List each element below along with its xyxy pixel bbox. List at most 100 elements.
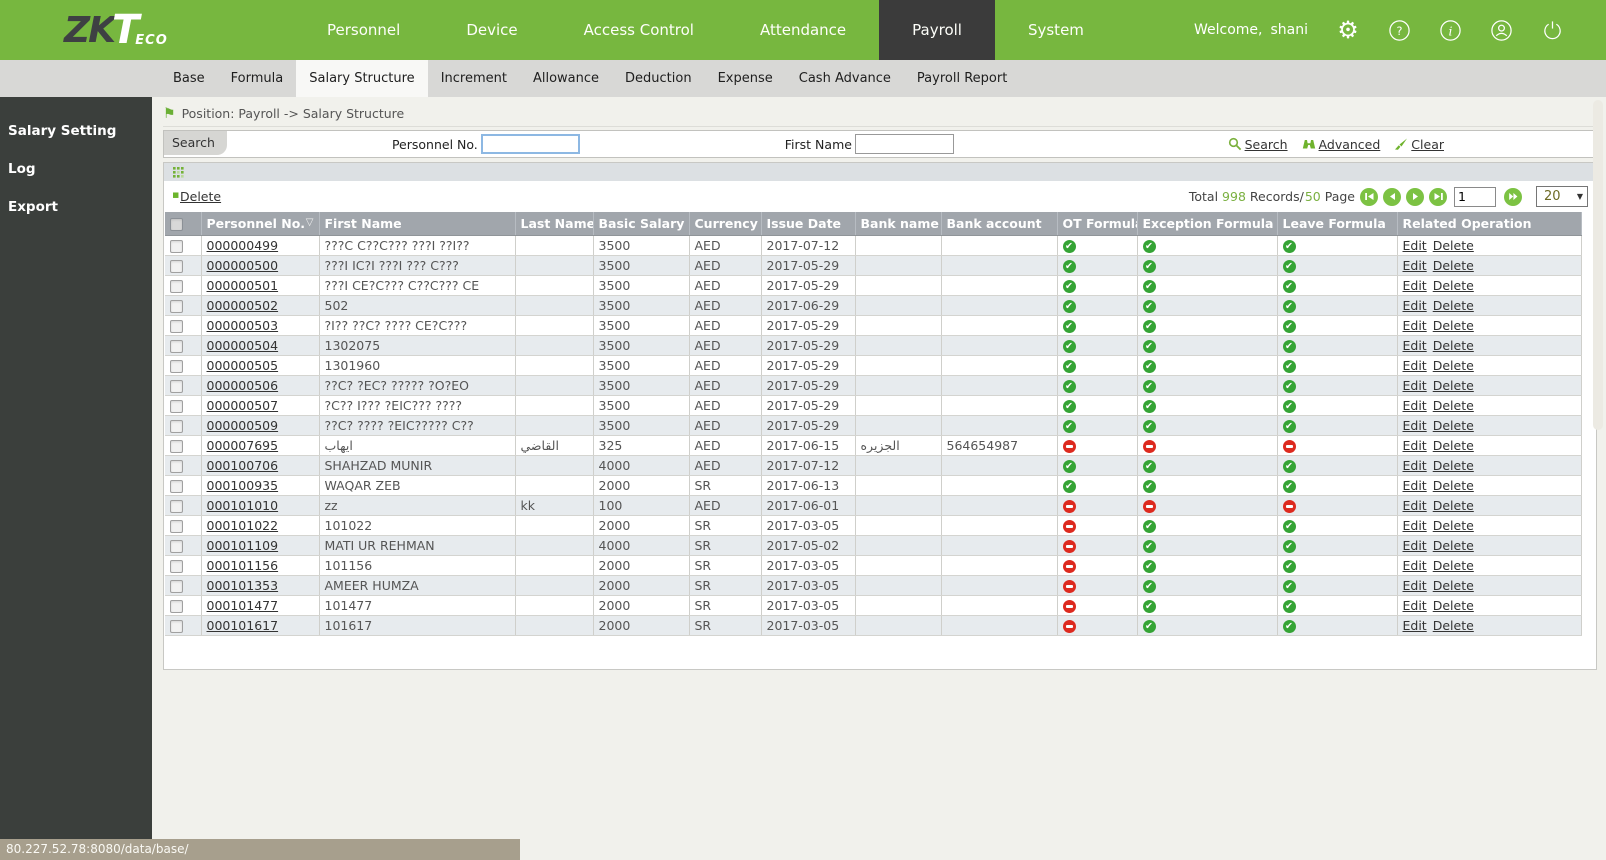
row-checkbox[interactable] [170, 459, 183, 473]
tab-formula[interactable]: Formula [218, 60, 297, 97]
row-delete-link[interactable]: Delete [1433, 398, 1474, 413]
row-checkbox[interactable] [170, 259, 183, 273]
row-delete-link[interactable]: Delete [1433, 578, 1474, 593]
row-delete-link[interactable]: Delete [1433, 438, 1474, 453]
row-checkbox[interactable] [170, 419, 183, 433]
row-checkbox[interactable] [170, 579, 183, 593]
row-delete-link[interactable]: Delete [1433, 498, 1474, 513]
column-header-exception-formula[interactable]: Exception Formula [1137, 212, 1278, 236]
row-edit-link[interactable]: Edit [1403, 558, 1427, 573]
personnel-no-link[interactable]: 000100706 [207, 458, 279, 473]
page-size-select[interactable]: 20 ▼ [1536, 186, 1588, 207]
personnel-no-link[interactable]: 000007695 [207, 438, 279, 453]
power-icon[interactable] [1540, 18, 1564, 42]
row-edit-link[interactable]: Edit [1403, 458, 1427, 473]
row-delete-link[interactable]: Delete [1433, 538, 1474, 553]
row-checkbox[interactable] [170, 599, 183, 613]
personnel-no-link[interactable]: 000000509 [207, 418, 279, 433]
row-checkbox[interactable] [170, 539, 183, 553]
clear-button[interactable]: Clear [1394, 137, 1444, 152]
row-delete-link[interactable]: Delete [1433, 458, 1474, 473]
row-delete-link[interactable]: Delete [1433, 478, 1474, 493]
row-checkbox[interactable] [170, 619, 183, 633]
top-nav-device[interactable]: Device [433, 0, 550, 60]
tab-base[interactable]: Base [160, 60, 218, 97]
row-edit-link[interactable]: Edit [1403, 598, 1427, 613]
column-header-first-name[interactable]: First Name [319, 212, 516, 236]
advanced-button[interactable]: Advanced [1302, 137, 1380, 152]
help-icon[interactable]: ? [1387, 18, 1411, 42]
personnel-no-link[interactable]: 000000500 [207, 258, 279, 273]
row-delete-link[interactable]: Delete [1433, 378, 1474, 393]
sort-icon[interactable]: ▽ [306, 217, 314, 228]
row-delete-link[interactable]: Delete [1433, 338, 1474, 353]
column-header-bank-name[interactable]: Bank name [855, 212, 942, 236]
personnel-no-link[interactable]: 000101353 [207, 578, 279, 593]
row-edit-link[interactable]: Edit [1403, 398, 1427, 413]
next-page-button[interactable] [1406, 187, 1424, 206]
personnel-no-link[interactable]: 000000507 [207, 398, 279, 413]
info-icon[interactable]: i [1438, 18, 1462, 42]
row-checkbox[interactable] [170, 479, 183, 493]
column-header-related-operation[interactable]: Related Operation [1397, 212, 1582, 236]
row-delete-link[interactable]: Delete [1433, 298, 1474, 313]
row-checkbox[interactable] [170, 339, 183, 353]
personnel-no-link[interactable]: 000000501 [207, 278, 279, 293]
top-nav-access-control[interactable]: Access Control [551, 0, 727, 60]
column-header-currency[interactable]: Currency [689, 212, 762, 236]
personnel-no-link[interactable]: 000000502 [207, 298, 279, 313]
row-delete-link[interactable]: Delete [1433, 238, 1474, 253]
row-edit-link[interactable]: Edit [1403, 278, 1427, 293]
column-header-bank-account[interactable]: Bank account [941, 212, 1058, 236]
top-nav-payroll[interactable]: Payroll [879, 0, 995, 60]
settings-icon[interactable]: ⚙ [1336, 18, 1360, 42]
row-edit-link[interactable]: Edit [1403, 378, 1427, 393]
row-edit-link[interactable]: Edit [1403, 338, 1427, 353]
row-checkbox[interactable] [170, 559, 183, 573]
row-checkbox[interactable] [170, 519, 183, 533]
tab-cash-advance[interactable]: Cash Advance [786, 60, 904, 97]
row-delete-link[interactable]: Delete [1433, 418, 1474, 433]
column-header-leave-formula[interactable]: Leave Formula [1277, 212, 1398, 236]
personnel-no-link[interactable]: 000101022 [207, 518, 279, 533]
row-checkbox[interactable] [170, 439, 183, 453]
top-nav-system[interactable]: System [995, 0, 1117, 60]
row-checkbox[interactable] [170, 299, 183, 313]
row-checkbox[interactable] [170, 379, 183, 393]
row-edit-link[interactable]: Edit [1403, 318, 1427, 333]
row-delete-link[interactable]: Delete [1433, 558, 1474, 573]
top-nav-personnel[interactable]: Personnel [294, 0, 433, 60]
tab-increment[interactable]: Increment [428, 60, 520, 97]
row-edit-link[interactable]: Edit [1403, 418, 1427, 433]
last-page-button[interactable] [1429, 187, 1447, 206]
go-page-button[interactable] [1504, 187, 1522, 206]
row-edit-link[interactable]: Edit [1403, 258, 1427, 273]
sidebar-item-log[interactable]: Log [8, 161, 152, 177]
row-edit-link[interactable]: Edit [1403, 618, 1427, 633]
row-edit-link[interactable]: Edit [1403, 358, 1427, 373]
row-edit-link[interactable]: Edit [1403, 478, 1427, 493]
row-edit-link[interactable]: Edit [1403, 498, 1427, 513]
select-all-checkbox[interactable] [170, 217, 183, 231]
column-header-basic-salary[interactable]: Basic Salary [593, 212, 690, 236]
row-delete-link[interactable]: Delete [1433, 518, 1474, 533]
columns-grid-icon[interactable] [173, 166, 184, 178]
row-checkbox[interactable] [170, 359, 183, 373]
tab-expense[interactable]: Expense [705, 60, 786, 97]
row-delete-link[interactable]: Delete [1433, 618, 1474, 633]
first-name-input[interactable] [854, 134, 954, 154]
personnel-no-link[interactable]: 000000503 [207, 318, 279, 333]
column-header-ot-formula[interactable]: OT Formula [1057, 212, 1138, 236]
row-checkbox[interactable] [170, 239, 183, 253]
row-delete-link[interactable]: Delete [1433, 358, 1474, 373]
row-edit-link[interactable]: Edit [1403, 578, 1427, 593]
personnel-no-input[interactable] [480, 134, 580, 154]
row-edit-link[interactable]: Edit [1403, 438, 1427, 453]
personnel-no-link[interactable]: 000101617 [207, 618, 279, 633]
tab-salary-structure[interactable]: Salary Structure [296, 60, 428, 97]
bulk-delete-button[interactable]: Delete [172, 188, 221, 204]
user-icon[interactable] [1489, 18, 1513, 42]
row-delete-link[interactable]: Delete [1433, 598, 1474, 613]
row-delete-link[interactable]: Delete [1433, 258, 1474, 273]
personnel-no-link[interactable]: 000000499 [207, 238, 279, 253]
